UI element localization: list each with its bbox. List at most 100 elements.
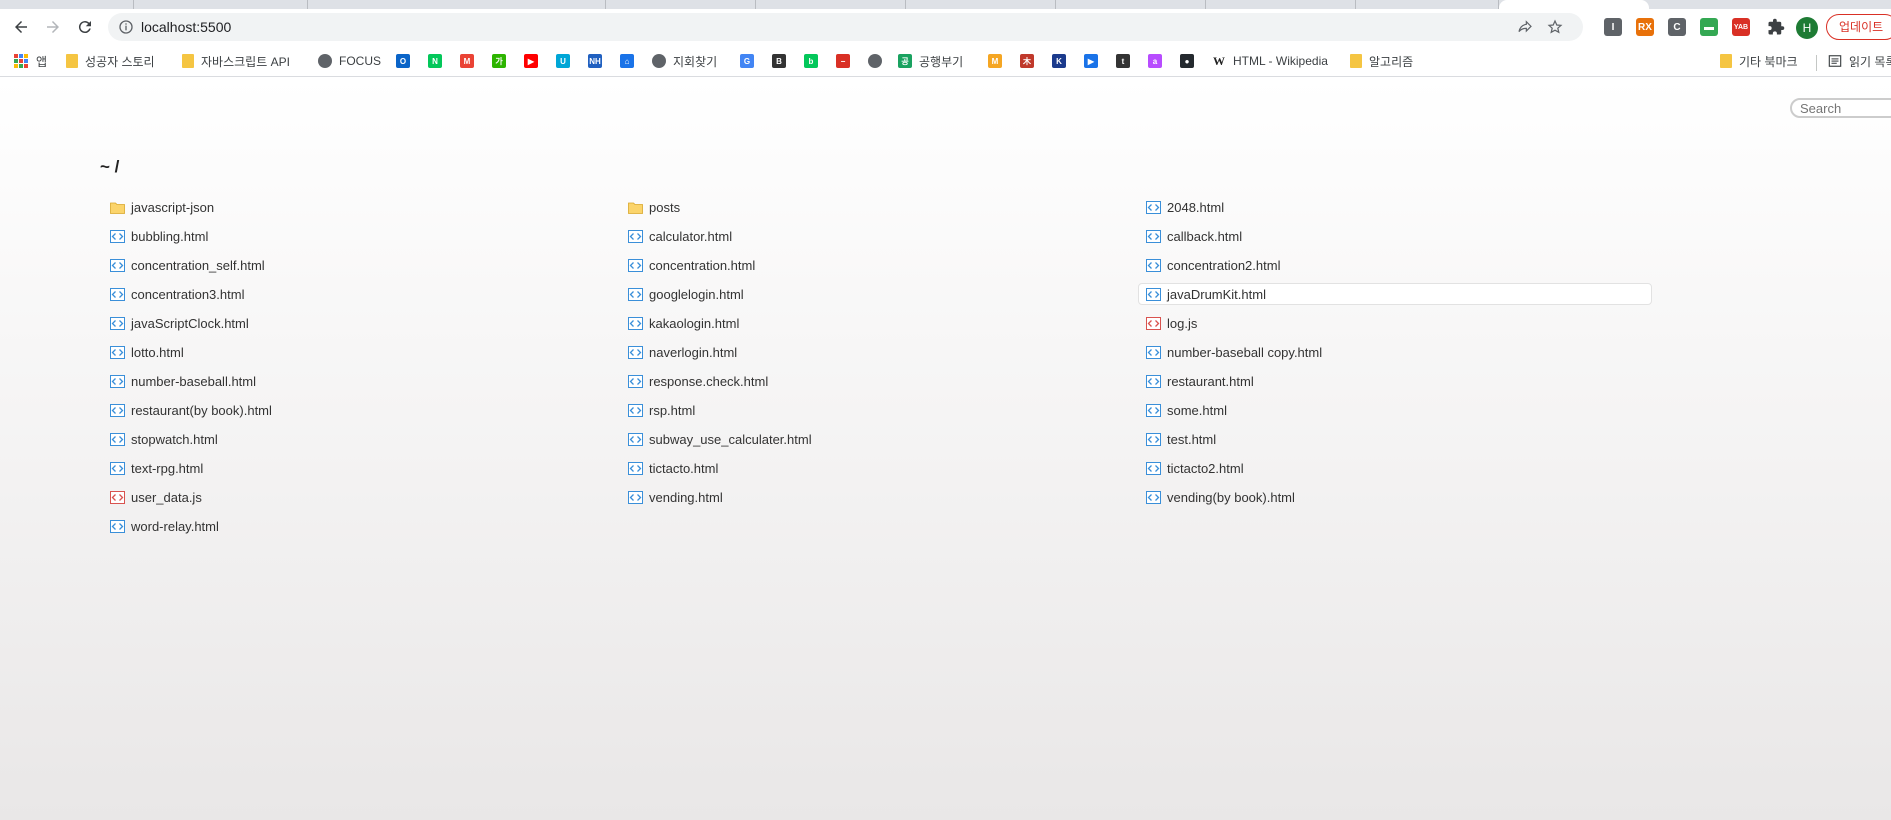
file-list-item[interactable]: user_data.js bbox=[110, 486, 202, 508]
bookmark-naver[interactable]: N bbox=[428, 51, 442, 71]
apps-button[interactable]: 앱 bbox=[14, 51, 47, 71]
file-list-item[interactable]: word-relay.html bbox=[110, 515, 219, 537]
file-list-item[interactable]: number-baseball.html bbox=[110, 370, 256, 392]
file-name[interactable]: javaScriptClock.html bbox=[131, 316, 249, 331]
bookmark-globe[interactable]: 지회찾기 bbox=[652, 51, 717, 71]
file-name[interactable]: subway_use_calculater.html bbox=[649, 432, 812, 447]
bookmark-outlook[interactable]: O bbox=[396, 51, 410, 71]
file-name[interactable]: vending(by book).html bbox=[1167, 490, 1295, 505]
file-name[interactable]: posts bbox=[649, 200, 680, 215]
file-list-item[interactable]: concentration_self.html bbox=[110, 254, 265, 276]
bookmark-nh[interactable]: NH bbox=[588, 51, 602, 71]
bookmark-play[interactable]: ▶ bbox=[1084, 51, 1098, 71]
file-list-item[interactable]: concentration.html bbox=[628, 254, 755, 276]
reload-button[interactable] bbox=[71, 13, 99, 41]
bookmark-folder[interactable]: 자바스크립트 API bbox=[182, 51, 290, 71]
extension-c-icon[interactable]: C bbox=[1668, 18, 1686, 36]
file-name[interactable]: test.html bbox=[1167, 432, 1216, 447]
extensions-button[interactable] bbox=[1762, 13, 1790, 41]
extension-rx-icon[interactable]: RX bbox=[1636, 18, 1654, 36]
file-list-item[interactable]: vending.html bbox=[628, 486, 723, 508]
file-name[interactable]: concentration_self.html bbox=[131, 258, 265, 273]
bookmark-globe2[interactable] bbox=[868, 51, 882, 71]
bookmark-gmail[interactable]: M bbox=[460, 51, 474, 71]
bookmark-minus[interactable]: − bbox=[836, 51, 850, 71]
file-list-item[interactable]: text-rpg.html bbox=[110, 457, 203, 479]
file-name[interactable]: javascript-json bbox=[131, 200, 214, 215]
file-list-item[interactable]: javascript-json bbox=[110, 196, 214, 218]
file-name[interactable]: text-rpg.html bbox=[131, 461, 203, 476]
file-name[interactable]: googlelogin.html bbox=[649, 287, 744, 302]
tab[interactable] bbox=[0, 0, 134, 9]
file-name[interactable]: concentration2.html bbox=[1167, 258, 1280, 273]
tab[interactable] bbox=[1356, 0, 1499, 9]
file-name[interactable]: tictacto.html bbox=[649, 461, 718, 476]
file-name[interactable]: number-baseball copy.html bbox=[1167, 345, 1322, 360]
bookmark-u[interactable]: U bbox=[556, 51, 570, 71]
file-list-item[interactable]: response.check.html bbox=[628, 370, 768, 392]
bookmark-green[interactable]: 공 공행부기 bbox=[898, 51, 963, 71]
file-name[interactable]: restaurant.html bbox=[1167, 374, 1254, 389]
file-list-item[interactable]: some.html bbox=[1146, 399, 1227, 421]
file-list-item[interactable]: restaurant.html bbox=[1146, 370, 1254, 392]
bookmark-ga[interactable]: 가 bbox=[492, 51, 506, 71]
reading-list-button[interactable]: 읽기 목록 bbox=[1828, 51, 1891, 71]
file-list-item[interactable]: subway_use_calculater.html bbox=[628, 428, 812, 450]
file-list-item[interactable]: tictacto2.html bbox=[1146, 457, 1244, 479]
file-list-item[interactable]: concentration3.html bbox=[110, 283, 244, 305]
file-list-item[interactable]: restaurant(by book).html bbox=[110, 399, 272, 421]
file-name[interactable]: log.js bbox=[1167, 316, 1197, 331]
bookmark-github[interactable]: ● bbox=[1180, 51, 1194, 71]
bookmark-google[interactable]: G bbox=[740, 51, 754, 71]
file-list-item[interactable]: googlelogin.html bbox=[628, 283, 744, 305]
bookmark-blog[interactable]: b bbox=[804, 51, 818, 71]
file-name[interactable]: response.check.html bbox=[649, 374, 768, 389]
tab[interactable] bbox=[1206, 0, 1356, 9]
tab[interactable] bbox=[756, 0, 906, 9]
file-list-item[interactable]: javaScriptClock.html bbox=[110, 312, 249, 334]
file-name[interactable]: concentration3.html bbox=[131, 287, 244, 302]
file-name[interactable]: naverlogin.html bbox=[649, 345, 737, 360]
bookmark-star-icon[interactable] bbox=[1547, 19, 1563, 35]
tab[interactable] bbox=[1056, 0, 1206, 9]
other-bookmarks-folder[interactable]: 기타 북마크 bbox=[1720, 51, 1798, 71]
bookmark-youtube[interactable]: ▶ bbox=[524, 51, 538, 71]
bookmark-globe[interactable]: FOCUS bbox=[318, 51, 381, 71]
file-name[interactable]: bubbling.html bbox=[131, 229, 208, 244]
file-list-item[interactable]: naverlogin.html bbox=[628, 341, 737, 363]
file-name[interactable]: user_data.js bbox=[131, 490, 202, 505]
file-list-item[interactable]: tictacto.html bbox=[628, 457, 718, 479]
file-list-item[interactable]: calculator.html bbox=[628, 225, 732, 247]
bookmark-house[interactable]: ⌂ bbox=[620, 51, 634, 71]
tab[interactable] bbox=[134, 0, 308, 9]
file-name[interactable]: lotto.html bbox=[131, 345, 184, 360]
bookmark-m[interactable]: M bbox=[988, 51, 1002, 71]
url-text[interactable]: localhost:5500 bbox=[141, 19, 231, 35]
bookmark-k[interactable]: K bbox=[1052, 51, 1066, 71]
info-icon[interactable] bbox=[118, 19, 134, 35]
bookmark-ant[interactable]: 木 bbox=[1020, 51, 1034, 71]
file-list-item[interactable]: javaDrumKit.html bbox=[1138, 283, 1652, 305]
extension-yab-icon[interactable]: YAB bbox=[1732, 18, 1750, 36]
bookmark-b[interactable]: B bbox=[772, 51, 786, 71]
bookmark-t[interactable]: t bbox=[1116, 51, 1130, 71]
share-icon[interactable] bbox=[1517, 19, 1533, 35]
file-name[interactable]: restaurant(by book).html bbox=[131, 403, 272, 418]
file-name[interactable]: 2048.html bbox=[1167, 200, 1224, 215]
file-list-item[interactable]: bubbling.html bbox=[110, 225, 208, 247]
file-name[interactable]: some.html bbox=[1167, 403, 1227, 418]
file-name[interactable]: stopwatch.html bbox=[131, 432, 218, 447]
tab[interactable] bbox=[906, 0, 1056, 9]
file-list-item[interactable]: stopwatch.html bbox=[110, 428, 218, 450]
file-name[interactable]: concentration.html bbox=[649, 258, 755, 273]
bookmark-wiki[interactable]: W HTML - Wikipedia bbox=[1212, 51, 1328, 71]
file-list-item[interactable]: callback.html bbox=[1146, 225, 1242, 247]
file-name[interactable]: word-relay.html bbox=[131, 519, 219, 534]
file-name[interactable]: kakaologin.html bbox=[649, 316, 739, 331]
update-button[interactable]: 업데이트 bbox=[1826, 14, 1891, 40]
file-list-item[interactable]: vending(by book).html bbox=[1146, 486, 1295, 508]
search-input[interactable] bbox=[1790, 98, 1891, 118]
file-list-item[interactable]: concentration2.html bbox=[1146, 254, 1280, 276]
profile-avatar[interactable]: H bbox=[1796, 17, 1818, 39]
bookmark-folder[interactable]: 성공자 스토리 bbox=[66, 51, 155, 71]
